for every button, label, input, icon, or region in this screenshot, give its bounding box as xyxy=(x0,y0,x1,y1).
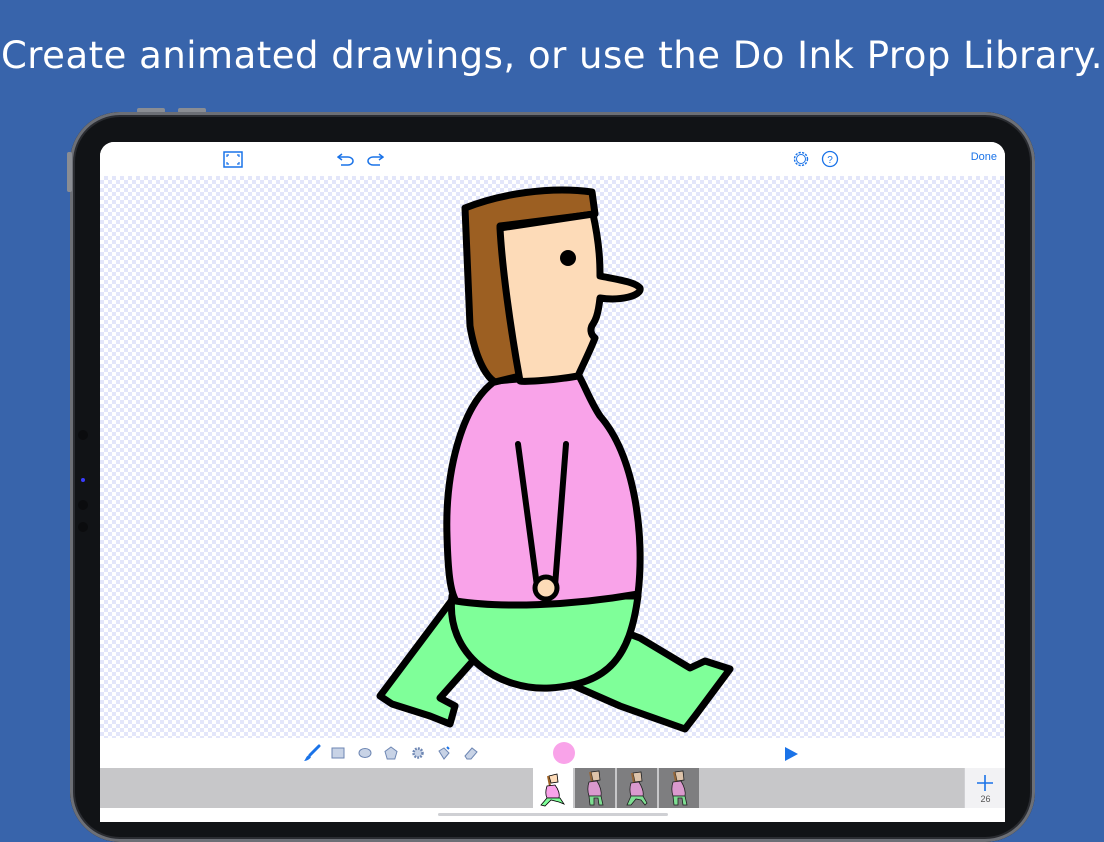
redo-icon[interactable] xyxy=(364,149,386,169)
polygon-tool-icon[interactable] xyxy=(382,744,400,762)
undo-icon[interactable] xyxy=(335,149,357,169)
character-drawing xyxy=(376,186,734,733)
walking-man-drawing xyxy=(376,186,734,733)
frame-count: 26 xyxy=(980,794,991,804)
app-screen: ? Done 26 xyxy=(100,142,1005,822)
device-camera xyxy=(78,430,88,440)
frame-thumbnail-2[interactable] xyxy=(575,768,615,808)
device-sensor xyxy=(78,500,88,510)
frame-thumbnail-3[interactable] xyxy=(617,768,657,808)
home-indicator xyxy=(438,813,668,816)
add-frame-panel: 26 xyxy=(964,768,1005,808)
fullscreen-icon[interactable] xyxy=(222,149,244,169)
headline: Create animated drawings, or use the Do … xyxy=(0,34,1104,77)
device-side-button xyxy=(67,152,72,192)
device-sensor xyxy=(81,478,85,482)
frame-thumbnail-4[interactable] xyxy=(659,768,699,808)
brush-tool-icon[interactable] xyxy=(303,744,321,762)
drawing-canvas[interactable] xyxy=(100,176,1005,738)
device-sensor xyxy=(78,522,88,532)
settings-gear-icon[interactable] xyxy=(790,149,812,169)
done-button[interactable]: Done xyxy=(971,151,997,163)
top-bar: ? Done xyxy=(100,142,1005,176)
shirt-torso xyxy=(443,370,644,609)
eraser-tool-icon[interactable] xyxy=(462,744,480,762)
play-icon[interactable] xyxy=(782,745,800,763)
current-color-swatch[interactable] xyxy=(553,742,575,764)
svg-text:?: ? xyxy=(827,155,833,166)
oval-tool-icon[interactable] xyxy=(356,744,374,762)
fill-bucket-tool-icon[interactable] xyxy=(435,744,453,762)
help-icon[interactable]: ? xyxy=(819,149,841,169)
frame-thumbnail-1[interactable] xyxy=(533,768,573,808)
gear-shape-tool-icon[interactable] xyxy=(409,744,427,762)
rectangle-tool-icon[interactable] xyxy=(329,744,347,762)
plus-icon[interactable] xyxy=(976,774,994,792)
hand xyxy=(532,574,560,602)
eye xyxy=(560,250,576,266)
face xyxy=(496,210,644,385)
